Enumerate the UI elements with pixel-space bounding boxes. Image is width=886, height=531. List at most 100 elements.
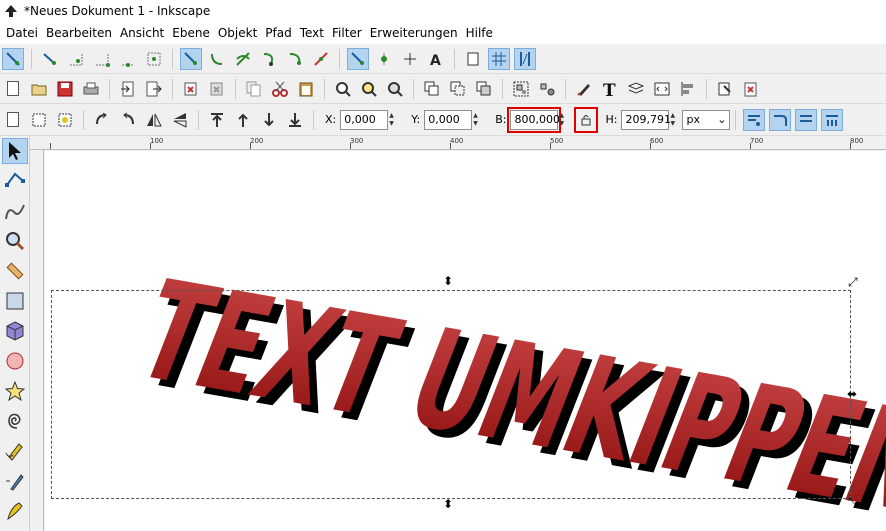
- zoom-drawing-icon[interactable]: [358, 78, 380, 100]
- align-distribute-icon[interactable]: [677, 78, 699, 100]
- snap-grid-icon[interactable]: [488, 47, 510, 70]
- snap-bbox-corner-icon[interactable]: [91, 48, 113, 70]
- zoom-selection-icon[interactable]: [332, 78, 354, 100]
- snap-smooth-nodes-icon[interactable]: [284, 48, 306, 70]
- snap-cusp-nodes-icon[interactable]: [258, 48, 280, 70]
- x-spinbox[interactable]: 0,000 ▲ ▼: [340, 109, 399, 130]
- vertical-ruler[interactable]: [30, 150, 44, 531]
- drawing-canvas[interactable]: TEXT UMKIPPEN TEXT UMKIPPEN ⬍ ⬍ ⬌ ⤢ ⤡: [45, 151, 886, 531]
- snap-object-center-icon[interactable]: [373, 48, 395, 70]
- scale-handle-corner-icon[interactable]: ⤢: [848, 276, 858, 288]
- zoom-page-icon[interactable]: [384, 78, 406, 100]
- text-font-icon[interactable]: T: [599, 78, 621, 100]
- star-tool-icon[interactable]: [2, 378, 28, 404]
- snap-line-midpoints-icon[interactable]: [310, 48, 332, 70]
- transform-gradients-icon[interactable]: [795, 108, 818, 131]
- menu-objekt[interactable]: Objekt: [214, 26, 261, 40]
- select-all-icon[interactable]: [2, 109, 24, 131]
- group-icon[interactable]: [510, 78, 532, 100]
- snap-page-border-icon[interactable]: [462, 48, 484, 70]
- snap-bbox-center-icon[interactable]: [143, 48, 165, 70]
- redo-icon[interactable]: [206, 78, 228, 100]
- transform-patterns-icon[interactable]: [821, 108, 844, 131]
- import-icon[interactable]: [117, 78, 139, 100]
- snap-toggle-icon[interactable]: [2, 47, 24, 70]
- snap-bbox-midpoint-icon[interactable]: [117, 48, 139, 70]
- ungroup-icon[interactable]: [536, 78, 558, 100]
- snap-rotation-center-icon[interactable]: [399, 48, 421, 70]
- lower-to-bottom-icon[interactable]: [284, 109, 306, 131]
- scale-handle-right-icon[interactable]: ⬌: [847, 388, 857, 400]
- menu-ansicht[interactable]: Ansicht: [116, 26, 168, 40]
- snap-bbox-edge-icon[interactable]: [65, 48, 87, 70]
- open-folder-icon[interactable]: [28, 78, 50, 100]
- snap-nodes-icon[interactable]: [180, 47, 202, 70]
- y-spinbox[interactable]: 0,000 ▲ ▼: [424, 109, 483, 130]
- rotate-ccw-icon[interactable]: [91, 109, 113, 131]
- menu-text[interactable]: Text: [296, 26, 328, 40]
- print-icon[interactable]: [80, 78, 102, 100]
- snap-bbox-icon[interactable]: [39, 48, 61, 70]
- 3d-box-tool-icon[interactable]: [2, 318, 28, 344]
- save-icon[interactable]: [54, 78, 76, 100]
- spiral-tool-icon[interactable]: [2, 408, 28, 434]
- raise-icon[interactable]: [232, 109, 254, 131]
- x-spin-arrows[interactable]: ▲ ▼: [389, 110, 399, 130]
- scale-stroke-icon[interactable]: [743, 108, 766, 131]
- tweak-tool-icon[interactable]: [2, 198, 28, 224]
- snap-intersection-icon[interactable]: [232, 48, 254, 70]
- selector-tool-icon[interactable]: [2, 138, 28, 164]
- layers-icon[interactable]: [625, 78, 647, 100]
- width-spin-arrows[interactable]: ▲ ▼: [559, 110, 569, 130]
- invert-selection-icon[interactable]: [54, 109, 76, 131]
- y-spin-arrows[interactable]: ▲ ▼: [473, 110, 483, 130]
- measure-tool-icon[interactable]: [2, 258, 28, 284]
- pencil-tool-icon[interactable]: [2, 438, 28, 464]
- flip-horizontal-icon[interactable]: [143, 109, 165, 131]
- undo-icon[interactable]: [180, 78, 202, 100]
- scale-handle-bottom-icon[interactable]: ⬍: [443, 498, 453, 510]
- document-properties-icon[interactable]: [740, 78, 762, 100]
- horizontal-ruler[interactable]: 100 200 300 400 500 600 700 800: [30, 136, 886, 150]
- pen-tool-icon[interactable]: [2, 468, 28, 494]
- menu-pfad[interactable]: Pfad: [261, 26, 295, 40]
- fill-stroke-icon[interactable]: [573, 78, 595, 100]
- raise-to-top-icon[interactable]: [206, 109, 228, 131]
- menu-erweiterungen[interactable]: Erweiterungen: [366, 26, 462, 40]
- x-input[interactable]: 0,000: [340, 109, 389, 130]
- scale-handle-corner-icon[interactable]: ⤡: [848, 496, 858, 508]
- width-spinbox[interactable]: 800,000 ▲ ▼: [507, 106, 569, 133]
- preferences-icon[interactable]: [714, 78, 736, 100]
- zoom-tool-icon[interactable]: [2, 228, 28, 254]
- menu-filter[interactable]: Filter: [328, 26, 366, 40]
- flip-vertical-icon[interactable]: [169, 109, 191, 131]
- rectangle-tool-icon[interactable]: [2, 288, 28, 314]
- clone-icon[interactable]: [447, 78, 469, 100]
- ellipse-tool-icon[interactable]: [2, 348, 28, 374]
- height-input[interactable]: 209,791: [621, 109, 671, 130]
- width-input[interactable]: 800,000: [507, 106, 562, 133]
- snap-paths-icon[interactable]: [206, 48, 228, 70]
- paste-icon[interactable]: [295, 78, 317, 100]
- menu-hilfe[interactable]: Hilfe: [462, 26, 497, 40]
- calligraphy-tool-icon[interactable]: [2, 498, 28, 524]
- menu-bearbeiten[interactable]: Bearbeiten: [42, 26, 116, 40]
- height-spin-arrows[interactable]: ▲ ▼: [670, 110, 680, 130]
- snap-others-icon[interactable]: [347, 47, 369, 70]
- new-document-icon[interactable]: [2, 78, 24, 100]
- xml-editor-icon[interactable]: [651, 78, 673, 100]
- snap-text-baseline-icon[interactable]: A: [425, 48, 447, 70]
- snap-guide-icon[interactable]: [514, 47, 536, 70]
- scale-handle-top-icon[interactable]: ⬍: [443, 275, 453, 287]
- export-icon[interactable]: [143, 78, 165, 100]
- lock-proportions-icon[interactable]: [574, 106, 599, 133]
- scale-corners-icon[interactable]: [769, 108, 792, 131]
- menu-datei[interactable]: Datei: [2, 26, 42, 40]
- unlink-clone-icon[interactable]: [473, 78, 495, 100]
- copy-icon[interactable]: [243, 78, 265, 100]
- y-input[interactable]: 0,000: [424, 109, 473, 130]
- lower-icon[interactable]: [258, 109, 280, 131]
- rotate-cw-icon[interactable]: [117, 109, 139, 131]
- unit-select[interactable]: px ⌄: [682, 109, 731, 130]
- cut-icon[interactable]: [269, 78, 291, 100]
